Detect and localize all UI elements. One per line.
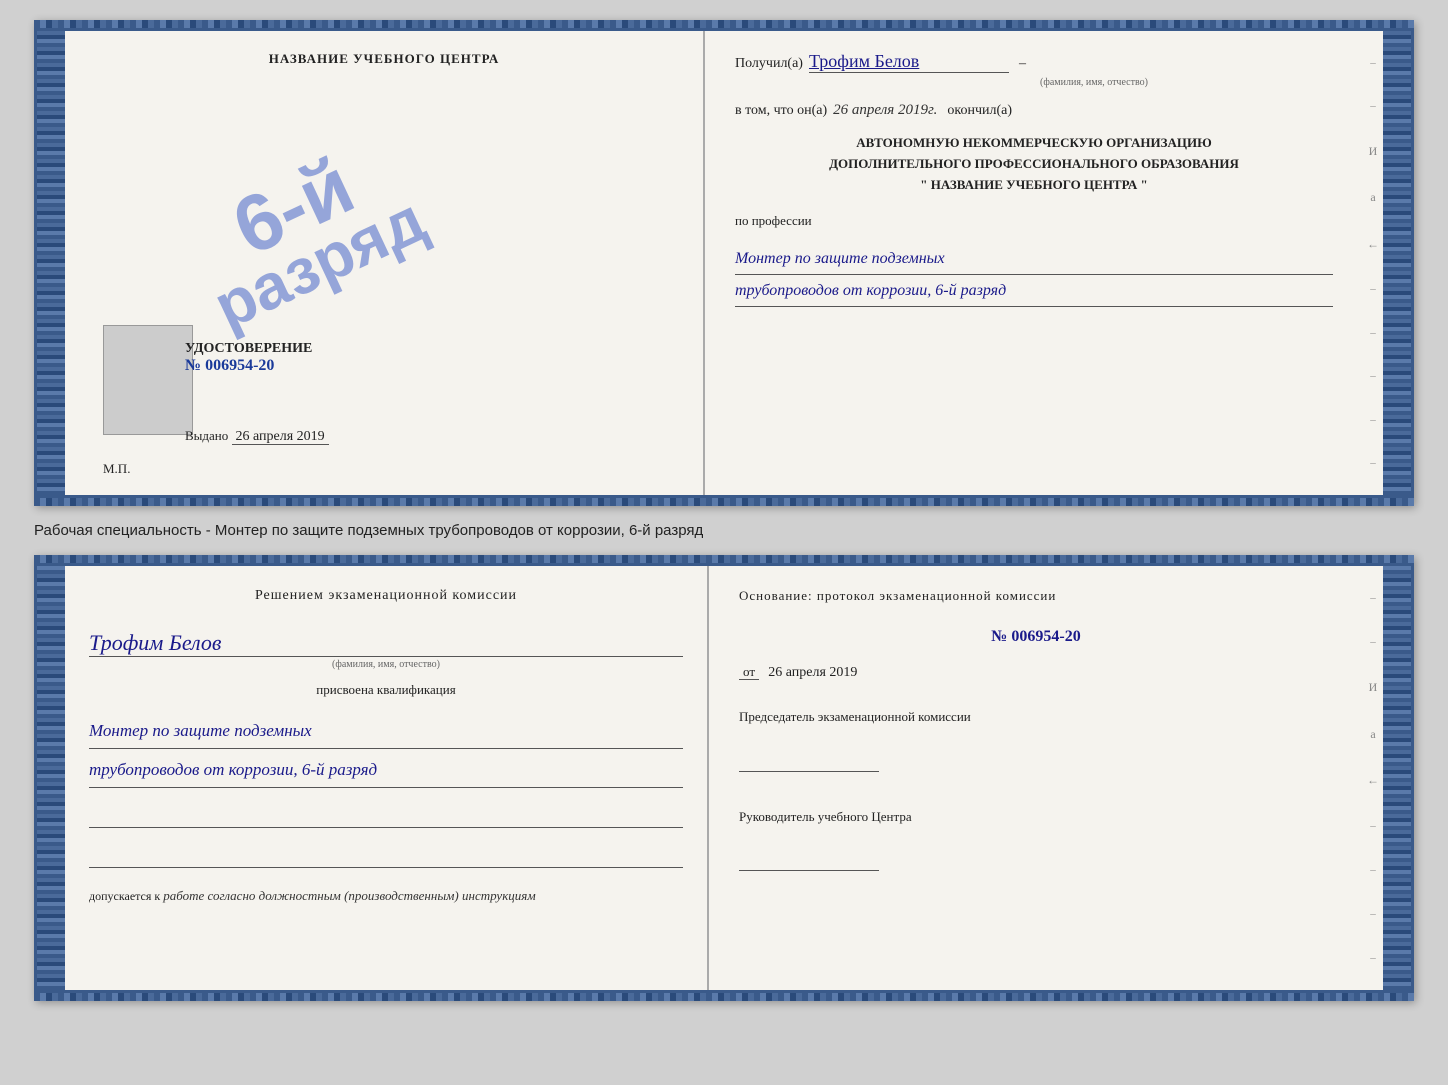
vydano-block: Выдано 26 апреля 2019: [185, 428, 329, 445]
cert-bottom-left-panel: Решением экзаменационной комиссии Трофим…: [65, 566, 709, 990]
profession-block: Монтер по защите подземных трубопроводов…: [735, 243, 1333, 307]
cert-bottom-inner: Решением экзаменационной комиссии Трофим…: [65, 566, 1383, 990]
ot-text: от 26 апреля 2019: [739, 664, 1333, 681]
predsedatel-label: Председатель экзаменационной комиссии: [739, 707, 1333, 728]
osnovanie-text: Основание: протокол экзаменационной коми…: [739, 588, 1333, 604]
blank-line-1: [89, 804, 683, 828]
dopusk-text: работе согласно должностным (производств…: [163, 888, 535, 903]
right-border-strip: [1383, 31, 1411, 495]
predsedatel-sign-line: [739, 750, 879, 772]
resheniem-text: Решением экзаменационной комиссии: [89, 588, 683, 604]
okonchil-label: окончил(а): [947, 103, 1012, 119]
side-dashes-right: – – И а ← – – – – –: [1363, 31, 1383, 495]
dash1: –: [1019, 56, 1026, 72]
side-dashes-right-bottom: – – И а ← – – – –: [1363, 566, 1383, 990]
prisvoena-text: присвоена квалификация: [89, 682, 683, 698]
rukovoditel-block: Руководитель учебного Центра: [739, 807, 1333, 879]
bottom-right-border-strip: [1383, 566, 1411, 990]
fio-sublabel-bottom: (фамилия, имя, отчество): [89, 659, 683, 670]
profession-line1: Монтер по защите подземных: [735, 245, 1333, 275]
predsedatel-block: Председатель экзаменационной комиссии: [739, 707, 1333, 779]
qualification-line1: Монтер по защите подземных: [89, 714, 683, 749]
bottom-left-border-strip: [37, 566, 65, 990]
po-professii-label: по профессии: [735, 213, 1333, 229]
bottom-border-decoration-top: [34, 498, 1414, 506]
page-background: НАЗВАНИЕ УЧЕБНОГО ЦЕНТРА 6-й разряд УДОС…: [0, 0, 1448, 1085]
cert-top-right-panel: Получил(а) Трофим Белов – (фамилия, имя,…: [705, 31, 1363, 495]
profession-line2: трубопроводов от коррозии, 6-й разряд: [735, 277, 1333, 307]
rukovoditel-sign-line: [739, 849, 879, 871]
qualification-line2: трубопроводов от коррозии, 6-й разряд: [89, 753, 683, 788]
cert-top-left-panel: НАЗВАНИЕ УЧЕБНОГО ЦЕНТРА 6-й разряд УДОС…: [65, 31, 705, 495]
vtom-line: в том, что он(а) 26 апреля 2019г. окончи…: [735, 102, 1333, 119]
cert-bottom-right-panel: Основание: протокол экзаменационной коми…: [709, 566, 1363, 990]
org-line2: ДОПОЛНИТЕЛЬНОГО ПРОФЕССИОНАЛЬНОГО ОБРАЗО…: [735, 154, 1333, 175]
ot-date: 26 апреля 2019: [768, 665, 857, 680]
blank-line-2: [89, 844, 683, 868]
top-border-decoration: [34, 20, 1414, 28]
left-border-strip: [37, 31, 65, 495]
vydano-date: 26 апреля 2019: [232, 429, 329, 445]
qualification-block: Монтер по защите подземных трубопроводов…: [89, 710, 683, 788]
name-block-bottom: Трофим Белов (фамилия, имя, отчество): [89, 620, 683, 670]
ot-label: от: [739, 664, 759, 680]
bottom-name: Трофим Белов: [89, 630, 683, 657]
cert-top-inner: НАЗВАНИЕ УЧЕБНОГО ЦЕНТРА 6-й разряд УДОС…: [65, 31, 1383, 495]
fio-sublabel-top: (фамилия, имя, отчество): [855, 77, 1333, 88]
vydano-label: Выдано: [185, 428, 228, 443]
vtom-label: в том, что он(а): [735, 103, 827, 119]
bottom-cert-top-border: [34, 555, 1414, 563]
poluchil-name: Трофим Белов: [809, 51, 1009, 73]
bottom-cert-bottom-border: [34, 993, 1414, 1001]
poluchil-line: Получил(а) Трофим Белов –: [735, 51, 1333, 73]
middle-specialty-text: Рабочая специальность - Монтер по защите…: [34, 518, 1414, 543]
poluchil-label: Получил(а): [735, 56, 803, 72]
vtom-date: 26 апреля 2019г.: [833, 102, 937, 119]
top-certificate: НАЗВАНИЕ УЧЕБНОГО ЦЕНТРА 6-й разряд УДОС…: [34, 28, 1414, 498]
mp-label: М.П.: [103, 461, 130, 477]
dopuskaetsya-label: допускается к: [89, 889, 160, 903]
org-line1: АВТОНОМНУЮ НЕКОММЕРЧЕСКУЮ ОРГАНИЗАЦИЮ: [735, 133, 1333, 154]
protocol-num: № 006954-20: [739, 628, 1333, 646]
dopuskaetsya-block: допускается к работе согласно должностны…: [89, 888, 683, 904]
bottom-certificate: Решением экзаменационной комиссии Трофим…: [34, 563, 1414, 993]
bottom-certificate-wrapper: Решением экзаменационной комиссии Трофим…: [34, 555, 1414, 1001]
rukovoditel-label: Руководитель учебного Центра: [739, 807, 1333, 828]
org-line3: " НАЗВАНИЕ УЧЕБНОГО ЦЕНТРА ": [735, 175, 1333, 196]
org-block: АВТОНОМНУЮ НЕКОММЕРЧЕСКУЮ ОРГАНИЗАЦИЮ ДО…: [735, 133, 1333, 195]
photo-placeholder: [103, 325, 193, 435]
top-certificate-wrapper: НАЗВАНИЕ УЧЕБНОГО ЦЕНТРА 6-й разряд УДОС…: [34, 20, 1414, 506]
